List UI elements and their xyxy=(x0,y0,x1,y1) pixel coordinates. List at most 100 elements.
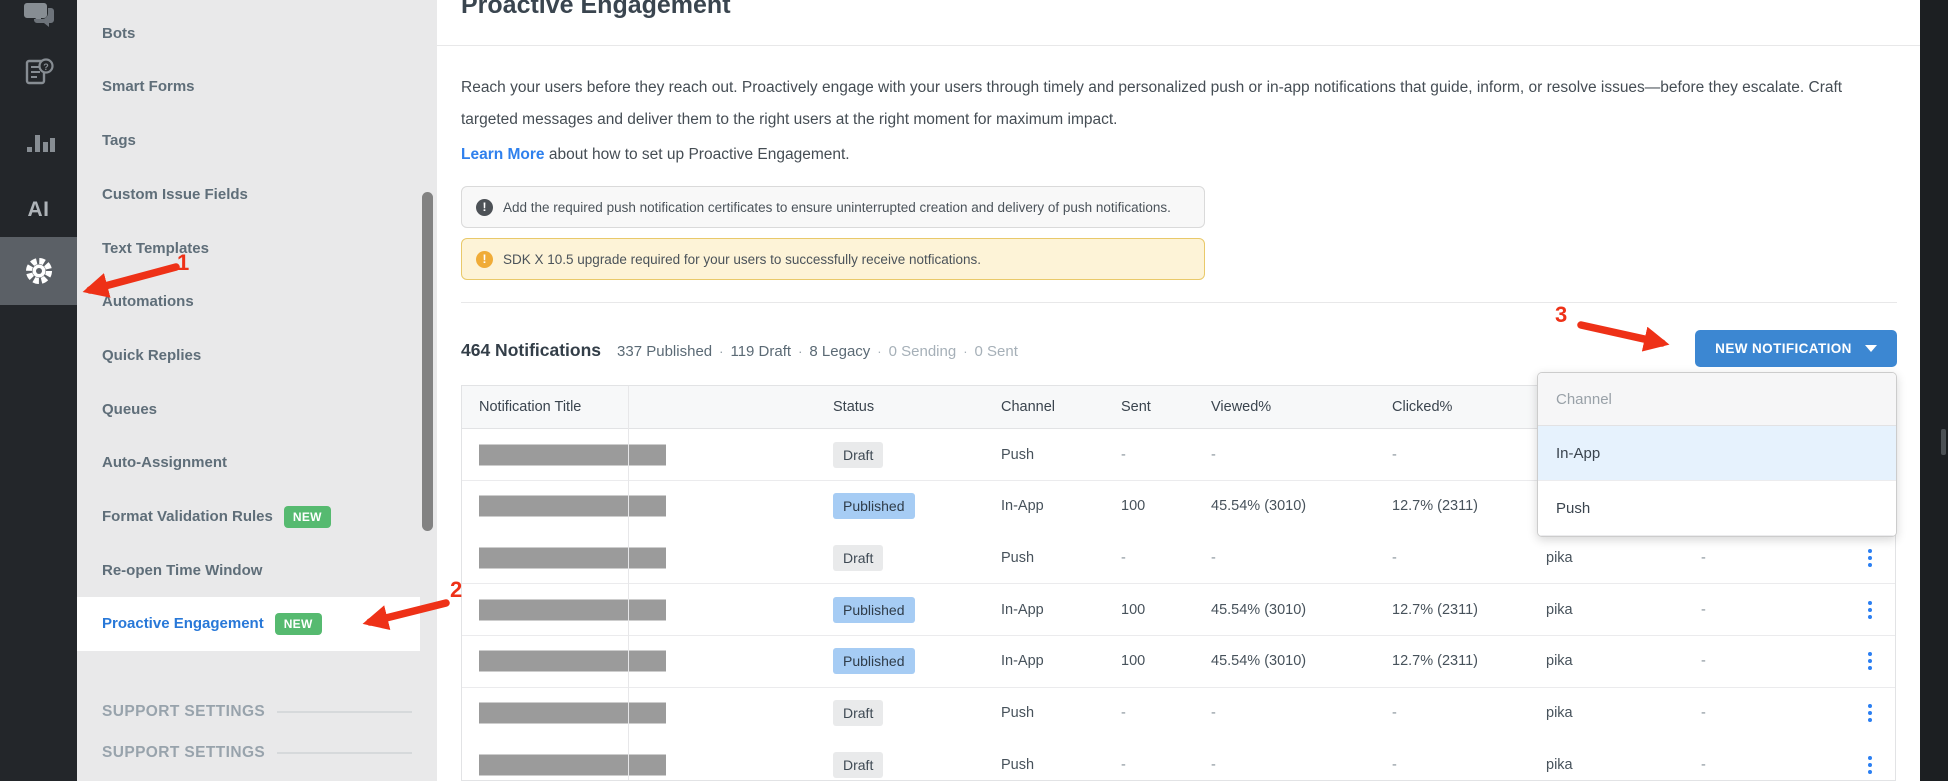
warning-circle-icon: ! xyxy=(476,250,493,268)
sidebar-item-ai[interactable]: AI xyxy=(0,184,77,236)
kebab-dot xyxy=(1868,600,1872,605)
kebab-dot xyxy=(1868,614,1872,619)
table-row[interactable]: Published In-App 100 45.54% (3010) 12.7% (23… xyxy=(462,635,1895,688)
sidebar-item-bots[interactable]: Bots xyxy=(77,6,420,60)
sidebar-item-settings[interactable] xyxy=(0,237,77,305)
redacted-title-bar xyxy=(479,599,666,621)
row-menu-icon[interactable] xyxy=(1864,597,1876,623)
banner-text: SDK X 10.5 upgrade required for your use… xyxy=(503,251,981,267)
right-edge-panel xyxy=(1920,0,1948,781)
sidebar-item-label: Text Templates xyxy=(102,239,209,257)
sidebar-item-text-templates[interactable]: Text Templates xyxy=(77,221,420,275)
viewed-cell: 45.54% (3010) xyxy=(1211,498,1307,515)
viewed-cell: - xyxy=(1211,756,1216,773)
sidebar-item-faqs[interactable]: ? xyxy=(0,46,77,98)
clicked-cell: - xyxy=(1392,756,1397,773)
learn-more-link[interactable]: Learn More xyxy=(461,146,545,163)
redacted-title-bar xyxy=(479,495,666,517)
channel-cell: Push xyxy=(1001,705,1035,721)
sidebar-item-conversations[interactable] xyxy=(0,0,77,42)
sent-cell: - xyxy=(1121,446,1126,463)
sent-cell: 100 xyxy=(1121,653,1146,670)
redacted-title-bar xyxy=(479,702,666,724)
sidebar-item-smart-forms[interactable]: Smart Forms xyxy=(77,60,420,114)
extra-cell: - xyxy=(1701,653,1706,670)
row-menu-icon[interactable] xyxy=(1864,545,1876,571)
column-header-viewed-: Viewed% xyxy=(1211,399,1272,415)
viewed-cell: - xyxy=(1211,549,1216,566)
section-divider xyxy=(461,302,1897,303)
header-divider xyxy=(437,45,1920,46)
sidebar-item-label: Quick Replies xyxy=(102,346,202,364)
arrow-3 xyxy=(1577,321,1670,352)
dropdown-item-in-app[interactable]: In-App xyxy=(1538,426,1896,481)
channel-cell: Push xyxy=(1001,756,1035,773)
column-header-notification-title: Notification Title xyxy=(479,399,582,415)
sidebar-item-queues[interactable]: Queues xyxy=(77,382,420,436)
sent-cell: - xyxy=(1121,756,1126,773)
kebab-dot xyxy=(1868,711,1872,715)
row-menu-icon[interactable] xyxy=(1864,648,1876,674)
sidebar-item-tags[interactable]: Tags xyxy=(77,114,420,168)
kebab-dot xyxy=(1868,718,1872,722)
sidebar-item-analytics[interactable] xyxy=(0,116,77,168)
kebab-dot xyxy=(1868,659,1872,664)
learn-more-line: Learn More about how to set up Proactive… xyxy=(461,146,850,164)
redacted-title-bar xyxy=(479,650,666,672)
section-header-label: SUPPORT SETTINGS xyxy=(102,744,266,761)
notifications-summary: 464 Notifications 337 Published · 119 Draf… xyxy=(461,340,1018,361)
sidebar-item-label: Proactive Engagement xyxy=(102,615,264,633)
learn-more-rest: about how to set up Proactive Engagement… xyxy=(544,146,850,163)
row-menu-icon[interactable] xyxy=(1864,700,1876,726)
right-scrollbar-thumb[interactable] xyxy=(1941,429,1946,455)
clicked-cell: - xyxy=(1392,549,1397,566)
table-row[interactable]: Published In-App 100 45.54% (3010) 12.7% (23… xyxy=(462,584,1895,637)
table-row[interactable]: Draft Push - - - pika - xyxy=(462,687,1895,740)
table-row[interactable]: Draft Push - - - pika - xyxy=(462,739,1895,780)
stat-item: 119 Draft xyxy=(730,343,792,360)
sidebar-item-quick-replies[interactable]: Quick Replies xyxy=(77,328,420,382)
viewed-cell: 45.54% (3010) xyxy=(1211,601,1307,618)
sidebar-item-proactive-engagement[interactable]: Proactive Engagement NEW xyxy=(77,596,420,651)
channel-cell: In-App xyxy=(1001,601,1044,618)
stat-item: 0 Sending xyxy=(888,343,957,360)
table-row[interactable]: Draft Push - - - pika - xyxy=(462,532,1895,585)
new-notification-button[interactable]: NEW NOTIFICATION xyxy=(1695,330,1897,367)
viewed-cell: - xyxy=(1211,705,1216,721)
push-certificates-banner: ! Add the required push notification cer… xyxy=(461,186,1205,228)
status-badge: Published xyxy=(833,596,915,623)
creator-cell: pika xyxy=(1546,601,1573,618)
settings-sidebar: Bots Smart Forms Tags Custom Issue Fields Te… xyxy=(77,0,437,781)
redacted-title-bar xyxy=(479,547,666,569)
sent-cell: - xyxy=(1121,705,1126,721)
viewed-cell: 45.54% (3010) xyxy=(1211,653,1307,670)
status-badge: Published xyxy=(833,648,915,675)
sidebar-item-re-open-time-window[interactable]: Re-open Time Window xyxy=(77,543,420,597)
sidebar-item-custom-issue-fields[interactable]: Custom Issue Fields xyxy=(77,167,420,221)
row-menu-icon[interactable] xyxy=(1864,752,1876,778)
channel-cell: In-App xyxy=(1001,498,1044,515)
sidebar-item-label: Re-open Time Window xyxy=(102,561,263,579)
column-header-channel: Channel xyxy=(1001,399,1056,415)
channel-cell: Push xyxy=(1001,446,1035,463)
stats-separator: · xyxy=(719,344,724,359)
sidebar-item-label: Tags xyxy=(102,132,136,150)
ai-icon: AI xyxy=(27,198,50,221)
page-title: Proactive Engagement xyxy=(461,0,731,19)
sent-cell: 100 xyxy=(1121,498,1146,515)
dropdown-item-push[interactable]: Push xyxy=(1538,481,1896,536)
sidebar-item-automations[interactable]: Automations xyxy=(77,275,420,329)
sidebar-item-label: Format Validation Rules xyxy=(102,508,273,525)
stat-item: 8 Legacy xyxy=(809,343,871,360)
sidebar-item-format-validation-rules[interactable]: Format Validation Rules NEW xyxy=(77,490,420,544)
kebab-dot xyxy=(1868,652,1872,657)
settings-gear-icon xyxy=(25,258,52,284)
banner-text: Add the required push notification certi… xyxy=(503,199,1171,215)
section-header-rule xyxy=(277,752,412,754)
column-header-sent: Sent xyxy=(1121,399,1151,415)
sidebar-item-auto-assignment[interactable]: Auto-Assignment xyxy=(77,436,420,490)
extra-cell: - xyxy=(1701,549,1706,566)
kebab-dot xyxy=(1868,666,1872,671)
faqs-icon: ? xyxy=(25,58,54,85)
sidebar-scrollbar-thumb[interactable] xyxy=(422,192,433,531)
